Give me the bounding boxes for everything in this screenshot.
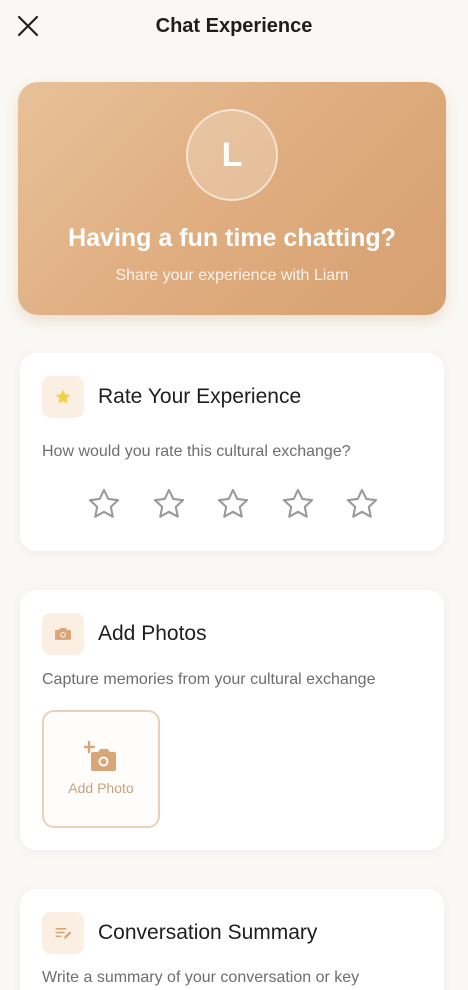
star-outline-icon	[346, 488, 378, 518]
summary-title: Conversation Summary	[98, 921, 318, 944]
star-button-3[interactable]	[213, 484, 253, 524]
rating-question: How would you rate this cultural exchang…	[42, 443, 351, 460]
star-button-4[interactable]	[278, 484, 318, 524]
add-photo-label: Add Photo	[68, 780, 134, 796]
star-rating	[84, 484, 407, 524]
star-outline-icon	[153, 488, 184, 518]
star-outline-icon	[217, 488, 249, 518]
summary-icon-badge	[42, 912, 84, 954]
camera-icon	[55, 628, 71, 640]
photos-title: Add Photos	[98, 622, 207, 645]
star-button-1[interactable]	[84, 484, 124, 524]
photos-description: Capture memories from your cultural exch…	[42, 671, 376, 688]
avatar: L	[186, 109, 278, 201]
photos-card: Add Photos Capture memories from your cu…	[20, 590, 444, 850]
hero-subtitle: Share your experience with Liam	[115, 267, 349, 284]
notes-icon	[55, 928, 72, 939]
rating-title: Rate Your Experience	[98, 385, 302, 408]
star-icon	[55, 389, 71, 404]
hero-title: Having a fun time chatting?	[68, 224, 396, 252]
add-photo-icon	[82, 740, 116, 771]
hero-banner: L Having a fun time chatting? Share your…	[18, 82, 446, 315]
top-bar: Chat Experience	[0, 0, 468, 54]
photos-icon-badge	[42, 613, 84, 655]
star-outline-icon	[282, 488, 313, 518]
page-title: Chat Experience	[155, 15, 313, 37]
add-photo-button[interactable]: Add Photo	[42, 710, 160, 828]
star-button-5[interactable]	[342, 484, 382, 524]
summary-description: Write a summary of your conversation or …	[42, 969, 360, 986]
star-outline-icon	[88, 488, 120, 518]
rating-card: Rate Your Experience How would you rate …	[20, 353, 444, 551]
star-button-2[interactable]	[149, 484, 189, 524]
summary-card: Conversation Summary Write a summary of …	[20, 889, 444, 990]
rating-icon-badge	[42, 376, 84, 418]
